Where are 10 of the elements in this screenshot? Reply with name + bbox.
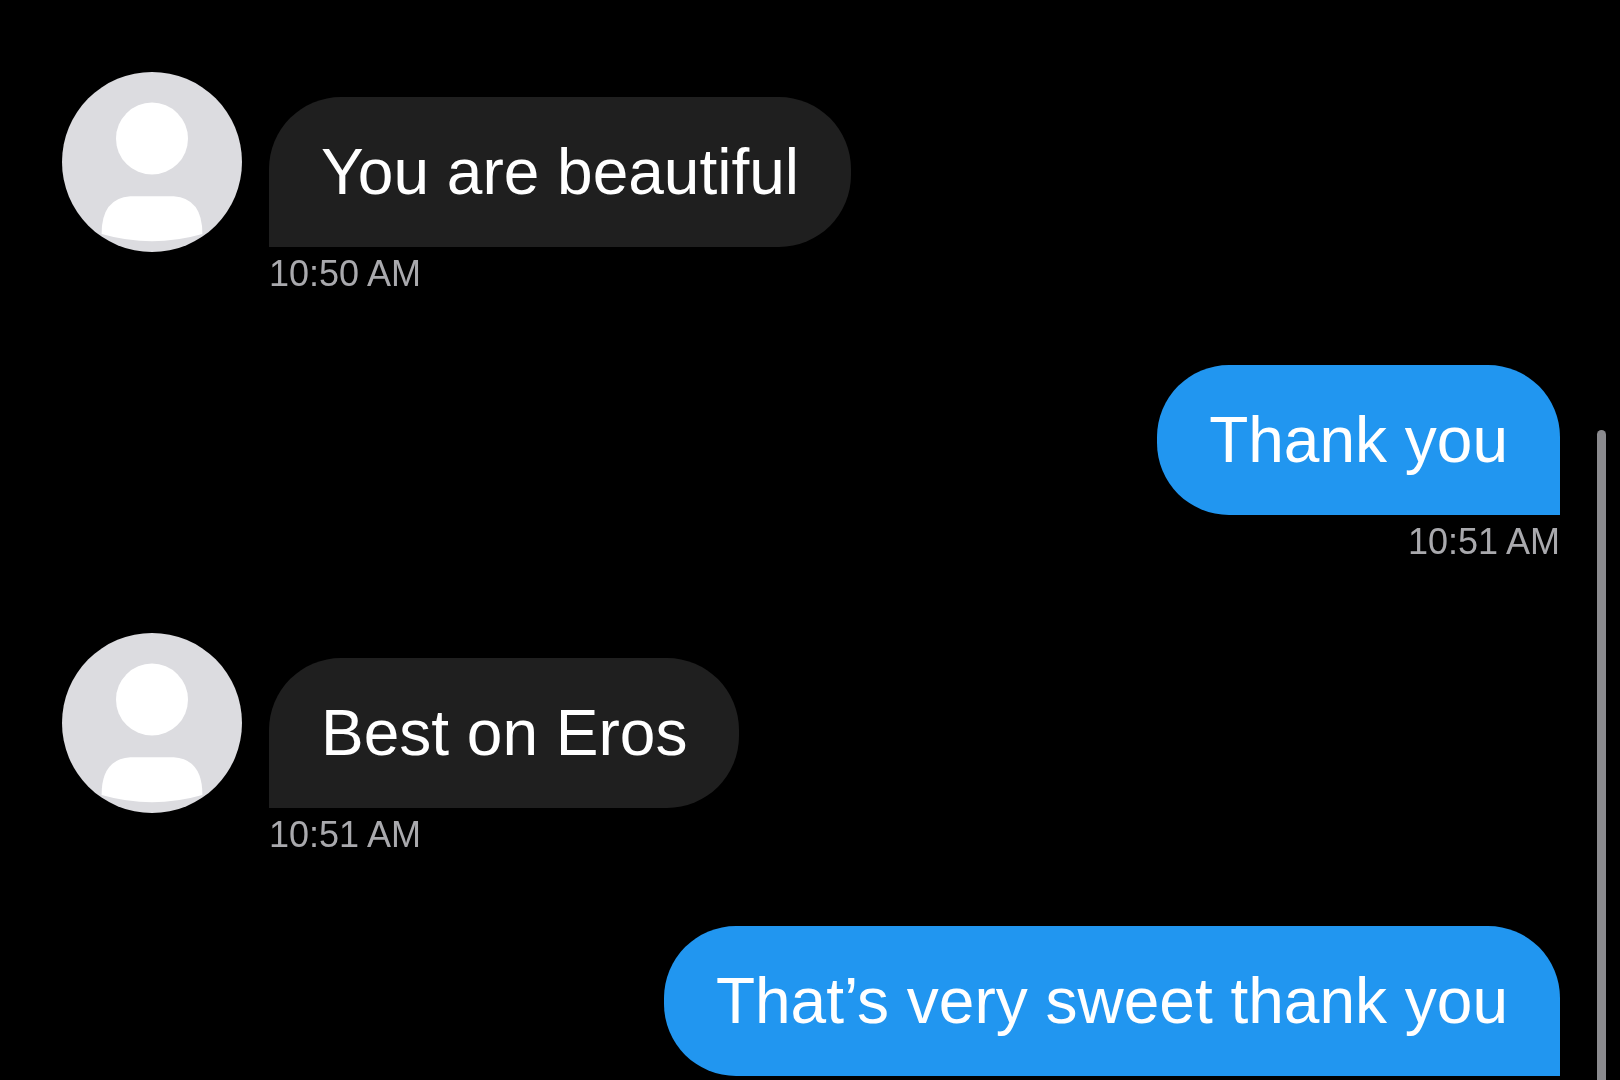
timestamp: 10:50 AM (269, 253, 422, 295)
timestamp: 10:51 AM (1407, 521, 1560, 563)
message-bubble: That’s very sweet thank you (663, 926, 1560, 1076)
message-bubble: Thank you (1157, 365, 1560, 515)
timestamp: 10:51 AM (269, 814, 422, 856)
avatar-icon (62, 72, 242, 252)
scrollbar[interactable] (1597, 430, 1606, 1080)
avatar-icon (62, 633, 242, 813)
message-bubble: Best on Eros (269, 658, 740, 808)
message-bubble: You are beautiful (269, 97, 852, 247)
